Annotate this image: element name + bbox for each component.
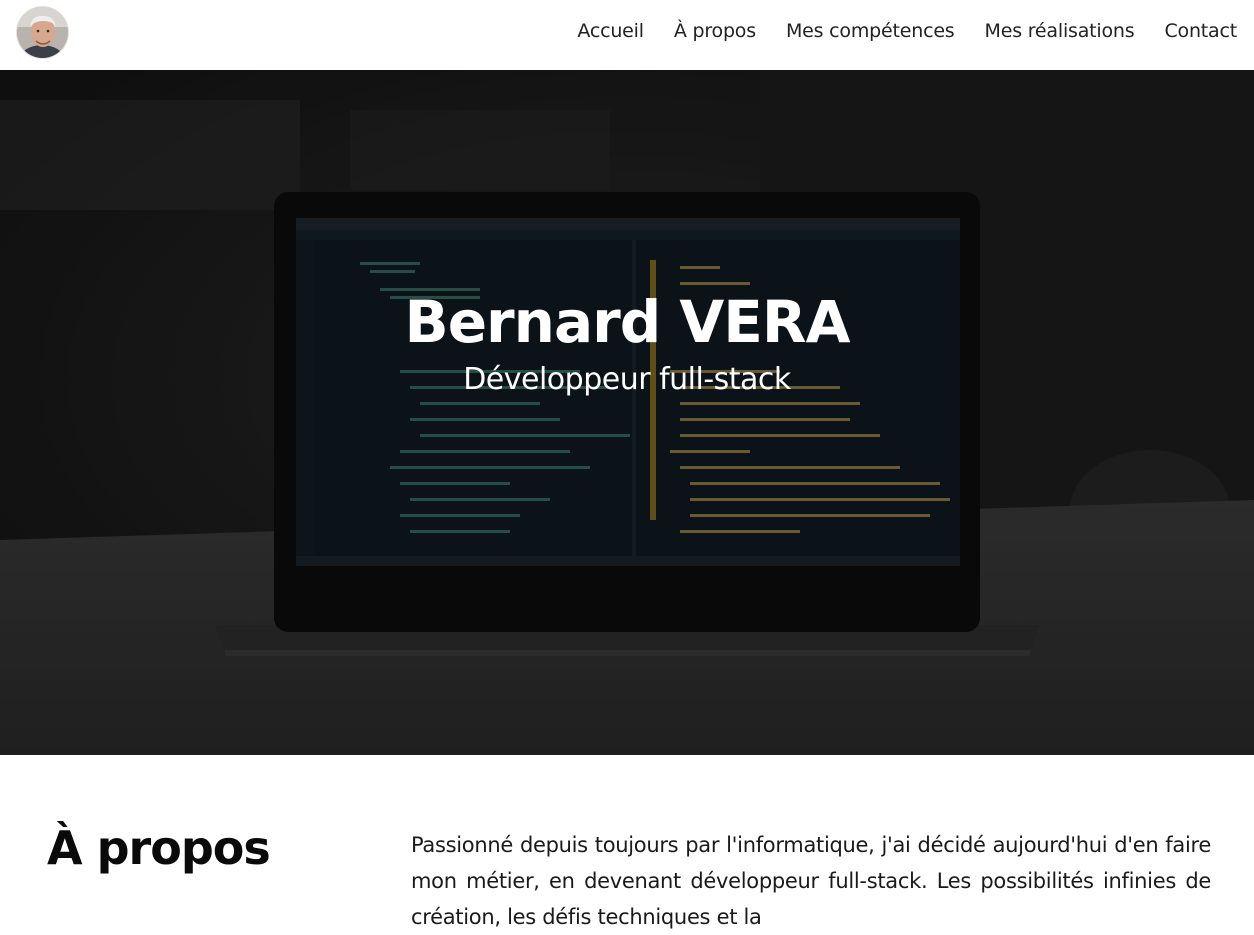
nav-item-accueil[interactable]: Accueil: [577, 20, 644, 42]
nav-item-a-propos[interactable]: À propos: [674, 20, 756, 42]
nav-item-competences[interactable]: Mes compétences: [786, 20, 955, 42]
main-nav: Accueil À propos Mes compétences Mes réa…: [547, 20, 1237, 42]
about-paragraph: Passionné depuis toujours par l'informat…: [411, 833, 1211, 929]
avatar[interactable]: [17, 7, 68, 58]
about-heading: À propos: [47, 821, 271, 875]
profile-photo: [17, 7, 68, 58]
site-header: Accueil À propos Mes compétences Mes réa…: [0, 0, 1254, 70]
hero-subtitle: Développeur full-stack: [463, 362, 791, 397]
hero-section: Bernard VERA Développeur full-stack: [0, 70, 1254, 755]
nav-item-realisations[interactable]: Mes réalisations: [985, 20, 1135, 42]
hero-title: Bernard VERA: [404, 288, 851, 356]
hero-background-image: [0, 70, 1254, 755]
nav-item-contact[interactable]: Contact: [1164, 20, 1237, 42]
